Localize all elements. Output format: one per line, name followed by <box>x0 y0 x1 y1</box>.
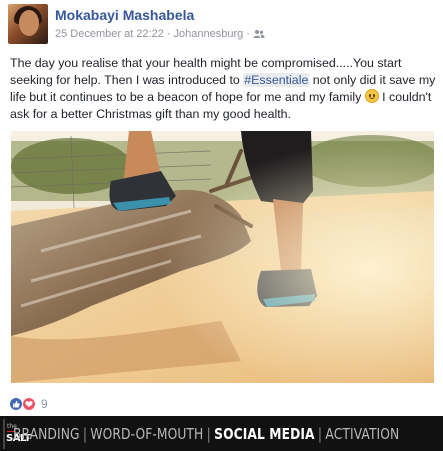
smiling-face-emoji <box>364 89 379 103</box>
avatar-face <box>19 10 39 36</box>
author-avatar[interactable] <box>8 4 48 44</box>
banner-item-word-of-mouth: WORD-OF-MOUTH <box>90 424 204 443</box>
reaction-count[interactable]: 9 <box>41 397 48 411</box>
banner-item-social-media: SOCIAL MEDIA <box>214 424 315 443</box>
post-text: The day you realise that your health mig… <box>10 55 436 123</box>
post-location[interactable]: Johannesburg <box>174 28 244 40</box>
photo-sun-flare <box>11 131 434 383</box>
reactions-bar[interactable]: 9 <box>9 395 48 413</box>
meta-separator: · <box>166 28 171 40</box>
friends-icon[interactable] <box>253 29 265 39</box>
love-reaction-icon[interactable] <box>22 397 36 411</box>
banner-item-activation: ACTIVATION <box>325 424 400 443</box>
like-reaction-icon[interactable] <box>9 397 23 411</box>
brand-banner: the SALT BRANDING | WORD-OF-MOUTH | SOCIAL M… <box>0 416 443 451</box>
banner-separator: | <box>82 424 88 443</box>
post-meta: 25 December at 22:22 · Johannesburg · <box>55 28 265 40</box>
banner-item-branding: BRANDING <box>13 424 80 443</box>
post-header: Mokabayi Mashabela 25 December at 22:22 … <box>0 0 443 48</box>
banner-separator: | <box>317 424 323 443</box>
emoji-smile <box>368 96 375 99</box>
post-photo-scene <box>11 131 434 383</box>
meta-separator-2: · <box>246 28 250 40</box>
salt-logo: the SALT <box>3 418 31 449</box>
post-timestamp[interactable]: 25 December at 22:22 <box>55 28 164 40</box>
banner-separator: | <box>206 424 211 443</box>
hashtag-link[interactable]: #Essentiale <box>243 73 310 87</box>
author-name-link[interactable]: Mokabayi Mashabela <box>55 7 194 23</box>
banner-services: BRANDING | WORD-OF-MOUTH | SOCIAL MEDIA | ACTI… <box>13 425 399 443</box>
post-photo[interactable] <box>11 131 434 383</box>
